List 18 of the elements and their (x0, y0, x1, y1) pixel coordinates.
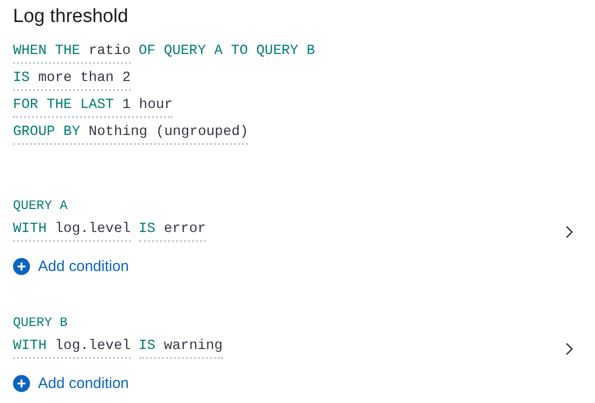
plus-circle-icon (13, 258, 30, 274)
expression-button[interactable]: WITH log.level (13, 338, 131, 359)
expression-button[interactable]: FOR THE LAST 1 hour (13, 97, 173, 118)
expression-button[interactable]: WHEN THE ratio (13, 43, 131, 64)
expression-text: OF QUERY A TO QUERY B (138, 43, 316, 61)
expression-button[interactable]: IS more than 2 (13, 70, 131, 91)
plus-circle-icon (13, 374, 30, 392)
expression-button[interactable]: GROUP BY Nothing (ungrouped) (13, 124, 248, 145)
panel-title: Log threshold (13, 6, 130, 28)
query-label: QUERY B (13, 314, 69, 332)
query-label: QUERY A (13, 196, 69, 214)
expression-button[interactable]: WITH log.level (13, 221, 131, 242)
chevron-right-icon[interactable] (565, 224, 574, 238)
chevron-right-icon[interactable] (565, 342, 574, 356)
expression-button[interactable]: IS error (138, 221, 206, 242)
add-condition-button[interactable]: Add condition (13, 255, 129, 277)
expression-button[interactable]: IS warning (138, 338, 223, 359)
add-condition-button[interactable]: Add condition (13, 372, 129, 394)
